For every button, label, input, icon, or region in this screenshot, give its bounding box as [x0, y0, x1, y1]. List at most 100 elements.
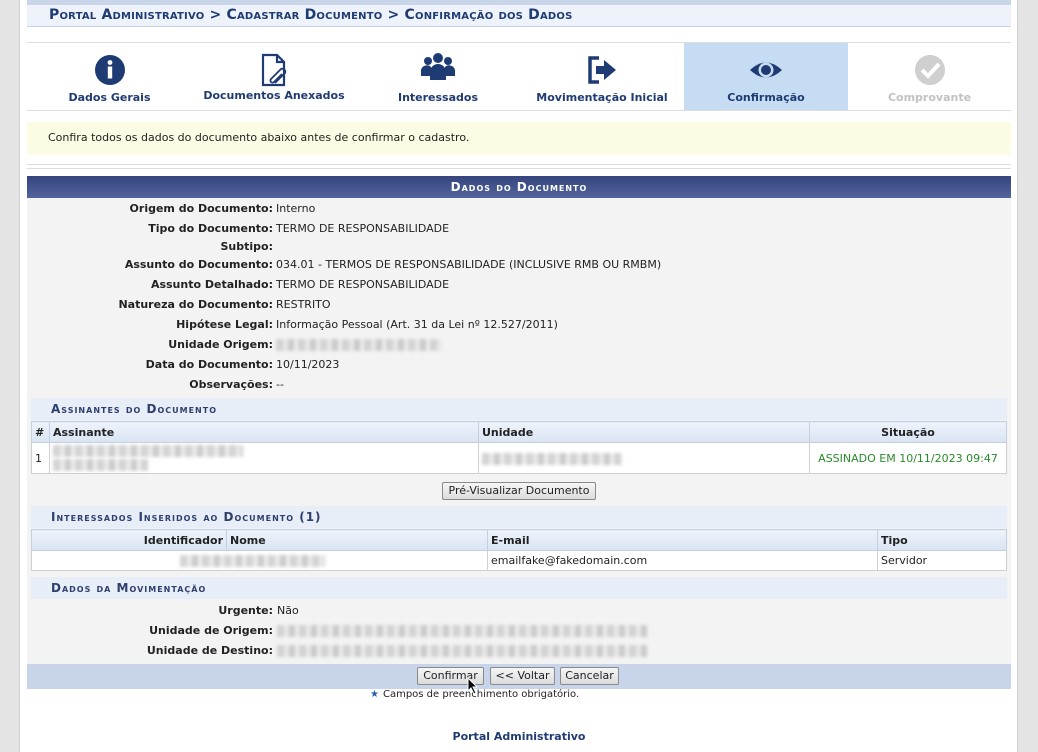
section-title-assinantes: Assinantes do Documento	[31, 398, 1007, 420]
field-label: Observações:	[189, 378, 273, 391]
field-observacoes: Observações: --	[27, 376, 1007, 394]
mouse-cursor-icon	[467, 677, 479, 695]
field-label: Subtipo:	[220, 240, 274, 253]
field-label: Tipo do Documento:	[148, 222, 273, 235]
step-confirmacao[interactable]: Confirmação	[684, 43, 848, 110]
table-row: 1 ASSINADO EM 10/11/2023 09:47	[31, 442, 1007, 474]
field-label: Data do Documento:	[145, 358, 273, 371]
step-label: Documentos Anexados	[203, 89, 345, 102]
field-unidade-de-destino: Unidade de Destino:	[27, 642, 1007, 660]
document-attach-icon	[261, 53, 287, 87]
required-fields-text: Campos de preenchimento obrigatório.	[382, 689, 580, 700]
field-unidade-de-origem: Unidade de Origem:	[27, 622, 1007, 640]
field-hipotese: Hipótese Legal: Informação Pessoal (Art.…	[27, 316, 1007, 334]
field-subtipo: Subtipo:	[27, 238, 1007, 256]
field-label: Assunto do Documento:	[124, 258, 273, 271]
confirmation-notice: Confira todos os dados do documento abai…	[27, 122, 1011, 155]
wizard-steps: Dados Gerais Documentos Anexados Interes…	[27, 42, 1011, 111]
field-urgente: Urgente: Não	[27, 602, 1007, 620]
redacted-text	[277, 625, 647, 637]
field-assunto: Assunto do Documento: 034.01 - TERMOS DE…	[27, 256, 1007, 274]
sign-out-icon	[588, 56, 616, 84]
redacted-text	[53, 445, 243, 457]
field-label: Assunto Detalhado:	[150, 278, 273, 291]
section-title-dados: Dados do Documento	[27, 176, 1011, 198]
field-value: --	[276, 378, 284, 391]
field-value: Não	[277, 604, 299, 617]
step-label: Interessados	[397, 91, 479, 104]
field-value: TERMO DE RESPONSABILIDADE	[276, 222, 450, 235]
interested-type: Servidor	[877, 550, 1007, 571]
field-label: Hipótese Legal:	[176, 318, 273, 331]
field-unidade-origem: Unidade Origem:	[27, 336, 1007, 354]
field-label: Unidade de Destino:	[146, 644, 273, 657]
field-value: Informação Pessoal (Art. 31 da Lei nº 12…	[276, 318, 558, 331]
redacted-text	[482, 452, 622, 465]
signer-unit	[478, 442, 810, 474]
field-tipo: Tipo do Documento: TERMO DE RESPONSABILI…	[27, 220, 1007, 238]
signer-name	[49, 442, 479, 474]
column-header: E-mail	[487, 529, 878, 551]
signer-status: ASSINADO EM 10/11/2023 09:47	[809, 442, 1007, 474]
field-data: Data do Documento: 10/11/2023	[27, 356, 1007, 374]
field-label: Natureza do Documento:	[118, 298, 273, 311]
column-header: Nome	[226, 529, 488, 551]
section-title-interessados: Interessados Inseridos ao Documento (1)	[31, 506, 1007, 528]
step-label: Confirmação	[727, 91, 805, 104]
eye-icon	[750, 62, 782, 78]
step-movimentacao-inicial[interactable]: Movimentação Inicial	[520, 43, 684, 110]
field-assunto-detalhado: Assunto Detalhado: TERMO DE RESPONSABILI…	[27, 276, 1007, 294]
cancel-button[interactable]: Cancelar	[560, 667, 619, 685]
preview-document-button[interactable]: Pré-Visualizar Documento	[442, 482, 596, 500]
section-title-movimentacao: Dados da Movimentação	[31, 577, 1007, 599]
document-form: Dados do Documento Origem do Documento: …	[27, 176, 1011, 689]
field-value: 10/11/2023	[276, 358, 340, 371]
field-label: Urgente:	[218, 604, 273, 617]
step-dados-gerais[interactable]: Dados Gerais	[27, 43, 192, 110]
step-label: Movimentação Inicial	[536, 91, 668, 104]
users-group-icon	[421, 53, 455, 80]
field-label: Origem do Documento:	[129, 202, 273, 215]
divider	[27, 164, 1011, 169]
interested-identity	[31, 550, 488, 571]
signers-table: # Assinante Unidade Situação 1 ASSINADO …	[31, 421, 1007, 474]
column-header: Unidade	[478, 421, 810, 443]
field-value	[277, 642, 647, 660]
table-header-row: # Assinante Unidade Situação	[31, 421, 1007, 443]
info-icon	[94, 55, 125, 85]
field-value: RESTRITO	[276, 298, 331, 311]
breadcrumb: Portal Administrativo > Cadastrar Docume…	[27, 5, 1011, 27]
step-label: Dados Gerais	[68, 91, 151, 104]
column-header: Tipo	[877, 529, 1007, 551]
back-button[interactable]: << Voltar	[490, 667, 555, 685]
column-header: Assinante	[49, 421, 479, 443]
table-header-row: Identificador Nome E-mail Tipo	[31, 529, 1007, 551]
step-label: Comprovante	[887, 91, 972, 104]
field-natureza: Natureza do Documento: RESTRITO	[27, 296, 1007, 314]
step-documentos-anexados[interactable]: Documentos Anexados	[192, 43, 356, 110]
star-icon: ★	[370, 689, 379, 700]
column-header: Identificador	[31, 529, 227, 551]
redacted-text	[53, 459, 148, 471]
field-value	[276, 336, 442, 354]
step-interessados[interactable]: Interessados	[356, 43, 520, 110]
field-label: Unidade Origem:	[168, 338, 273, 351]
column-header: #	[31, 421, 50, 443]
interested-table: Identificador Nome E-mail Tipo emailfake…	[31, 529, 1007, 571]
row-number: 1	[31, 442, 50, 474]
field-label: Unidade de Origem:	[149, 624, 273, 637]
step-comprovante: Comprovante	[848, 43, 1011, 110]
footer-portal-link[interactable]: Portal Administrativo	[20, 730, 1018, 743]
form-actions-bar: Confirmar << Voltar Cancelar	[27, 664, 1011, 689]
field-value: Interno	[276, 202, 316, 215]
interested-email: emailfake@fakedomain.com	[487, 550, 878, 571]
redacted-text	[276, 339, 442, 351]
field-value	[277, 622, 647, 640]
field-value: 034.01 - TERMOS DE RESPONSABILIDADE (INC…	[276, 258, 662, 271]
column-header: Situação	[809, 421, 1007, 443]
field-origem: Origem do Documento: Interno	[27, 200, 1007, 218]
redacted-text	[180, 555, 325, 567]
check-circle-icon	[914, 55, 945, 85]
page: Portal Administrativo > Cadastrar Docume…	[19, 0, 1018, 752]
field-value: TERMO DE RESPONSABILIDADE	[276, 278, 450, 291]
